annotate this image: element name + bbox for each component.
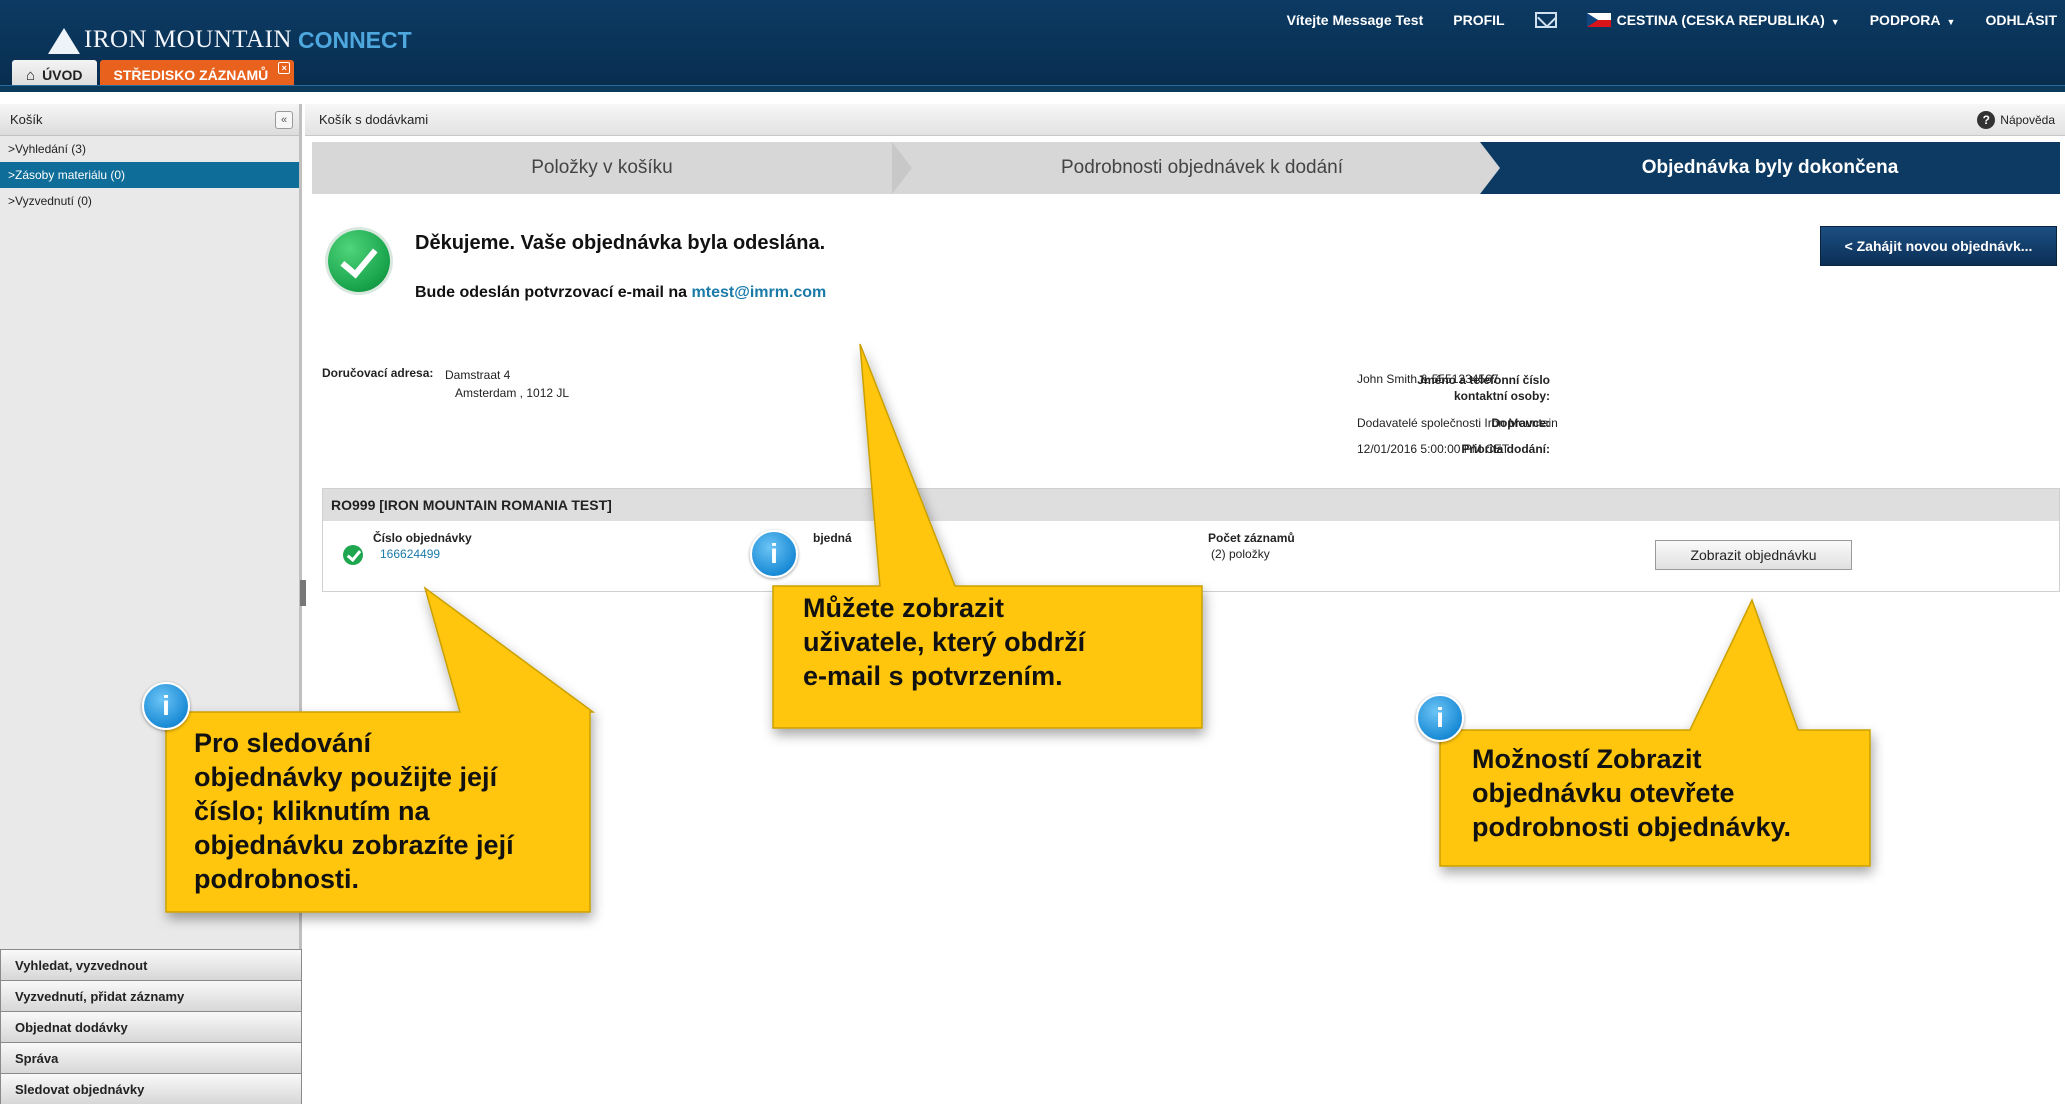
info-icon: i [750, 530, 798, 578]
menu-administration[interactable]: Správa [0, 1042, 302, 1073]
info-icon: i [142, 682, 190, 730]
step-order-completed: Objednávka byly dokončena [1480, 142, 2060, 194]
callout-line: Pro sledování [194, 728, 372, 758]
priority-value: 12/01/2016 5:00:00 PM CET [1357, 442, 1510, 456]
thanks-title: Děkujeme. Vaše objednávka byla odeslána. [415, 232, 826, 254]
callout-line: podrobnosti. [194, 864, 359, 894]
start-new-order-button[interactable]: < Zahájit novou objednávk... [1820, 226, 2057, 266]
callout-line: uživatele, který obdrží [803, 627, 1086, 657]
order-summary-box: RO999 [IRON MOUNTAIN ROMANIA TEST] Číslo… [322, 488, 2060, 592]
top-header: IRON MOUNTAIN CONNECT ⌂ ÚVOD STŘEDISKO Z… [0, 0, 2065, 92]
callout-line: podrobnosti objednávky. [1472, 812, 1792, 842]
orderer-label: bjedná [813, 531, 852, 545]
confirmation-email-text: Bude odeslán potvrzovací e-mail na mtest… [415, 284, 826, 302]
callout-line: objednávky použijte její [194, 762, 498, 792]
callout-line: e-mail s potvrzením. [803, 661, 1063, 691]
address-line-1: Damstraat 4 [445, 368, 511, 382]
home-icon: ⌂ [26, 66, 36, 84]
order-number-label: Číslo objednávky [373, 531, 472, 545]
step-cart-items: Položky v košíku [531, 157, 673, 178]
language-label: CESTINA (CESKA REPUBLIKA) [1616, 12, 1825, 28]
help-label: Nápověda [2000, 113, 2055, 127]
view-order-button[interactable]: Zobrazit objednávku [1655, 540, 1852, 570]
step-separator [892, 142, 912, 194]
order-success-check-icon [343, 545, 363, 565]
sidebar-header: Košík « [0, 104, 299, 136]
menu-order-supplies[interactable]: Objednat dodávky [0, 1011, 302, 1042]
main-header: Košík s dodávkami ? Nápověda [305, 104, 2065, 136]
email-link[interactable]: mtest@imrm.com [692, 284, 827, 301]
main-panel: Košík s dodávkami ? Nápověda Položky v k… [305, 104, 2065, 1104]
page-title: Košík s dodávkami [319, 112, 429, 127]
delivery-address-label: Doručovací adresa: [322, 366, 434, 380]
success-check-icon [328, 230, 390, 292]
close-tab-icon[interactable]: × [278, 62, 291, 74]
support-label: PODPORA [1869, 12, 1941, 28]
support-menu[interactable]: PODPORA ▼ [1870, 12, 1956, 28]
address-line-2: Amsterdam , 1012 JL [455, 386, 570, 400]
callout-view-order-text: Možností Zobrazit objednávku otevřete po… [1472, 742, 1791, 844]
callout-line: objednávku zobrazíte její [194, 830, 514, 860]
confirmation-email-label: Bude odeslán potvrzovací e-mail na [415, 284, 688, 301]
logo-triangle-icon [48, 28, 80, 54]
mail-icon[interactable] [1534, 12, 1557, 28]
record-count-value: (2) položky [1211, 547, 1270, 561]
caret-down-icon: ▼ [1830, 17, 1840, 27]
callout-line: Možností Zobrazit [1472, 744, 1702, 774]
sidebar: Košík « >Vyhledání (3) >Zásoby materiálu… [0, 104, 302, 1104]
iron-mountain-logo[interactable]: IRON MOUNTAIN CONNECT [48, 18, 412, 54]
help-link[interactable]: ? Nápověda [1977, 111, 2055, 129]
progress-steps: Položky v košíku Podrobnosti objednávek … [312, 142, 2060, 194]
logo-text: IRON MOUNTAIN [84, 26, 292, 53]
main-tabs: ⌂ ÚVOD STŘEDISKO ZÁZNAMŮ × [12, 60, 295, 90]
logout-link[interactable]: ODHLÁSIT [1985, 12, 2057, 28]
contact-label-line2: kontaktní osoby: [1453, 389, 1550, 403]
tab-home[interactable]: ⌂ ÚVOD [12, 60, 97, 90]
carrier-value: Dodavatelé společnosti Iron Mountain [1357, 416, 1558, 430]
tab-home-label: ÚVOD [42, 67, 83, 83]
step-separator [1480, 142, 1500, 194]
delivery-address-value: Damstraat 4 Amsterdam , 1012 JL [445, 366, 569, 402]
callout-order-number-text: Pro sledování objednávky použijte její č… [194, 726, 514, 896]
order-number-link[interactable]: 166624499 [380, 547, 440, 561]
czech-flag-icon [1586, 13, 1611, 27]
tab-records-label: STŘEDISKO ZÁZNAMŮ [113, 67, 269, 83]
menu-pickup-add-records[interactable]: Vyzvednutí, přidat záznamy [0, 980, 302, 1011]
profile-link[interactable]: PROFIL [1453, 12, 1504, 28]
help-icon: ? [1977, 111, 1996, 129]
step-order-details: Podrobnosti objednávek k dodání [1060, 157, 1344, 178]
sidebar-item-pickup[interactable]: >Vyzvednutí (0) [0, 188, 299, 214]
logo-connect-text: CONNECT [297, 27, 412, 53]
record-count-label: Počet záznamů [1208, 531, 1295, 545]
tab-records-center[interactable]: STŘEDISKO ZÁZNAMŮ × [99, 60, 295, 90]
info-icon: i [1416, 694, 1464, 742]
welcome-text: Vítejte Message Test [1286, 12, 1424, 28]
contact-value: John Smith & 5551234567 [1357, 372, 1499, 386]
menu-track-orders[interactable]: Sledovat objednávky [0, 1073, 302, 1104]
sidebar-title: Košík [10, 112, 43, 127]
top-navigation: Vítejte Message Test PROFIL CESTINA (CES… [1257, 12, 2057, 28]
sidebar-menu: Vyhledat, vyzvednout Vyzvednutí, přidat … [0, 949, 302, 1104]
callout-email-user-text: Můžete zobrazit uživatele, který obdrží … [803, 591, 1085, 693]
collapse-sidebar-icon[interactable]: « [275, 111, 293, 129]
callout-line: číslo; kliknutím na [194, 796, 430, 826]
caret-down-icon: ▼ [1946, 17, 1956, 27]
sidebar-item-supplies[interactable]: >Zásoby materiálu (0) [0, 162, 299, 188]
callout-line: objednávku otevřete [1472, 778, 1735, 808]
menu-search-retrieve[interactable]: Vyhledat, vyzvednout [0, 949, 302, 980]
sidebar-item-search[interactable]: >Vyhledání (3) [0, 136, 299, 162]
order-box-title: RO999 [IRON MOUNTAIN ROMANIA TEST] [323, 489, 2059, 521]
callout-line: Můžete zobrazit [803, 593, 1005, 623]
language-selector[interactable]: CESTINA (CESKA REPUBLIKA) ▼ [1586, 12, 1840, 28]
